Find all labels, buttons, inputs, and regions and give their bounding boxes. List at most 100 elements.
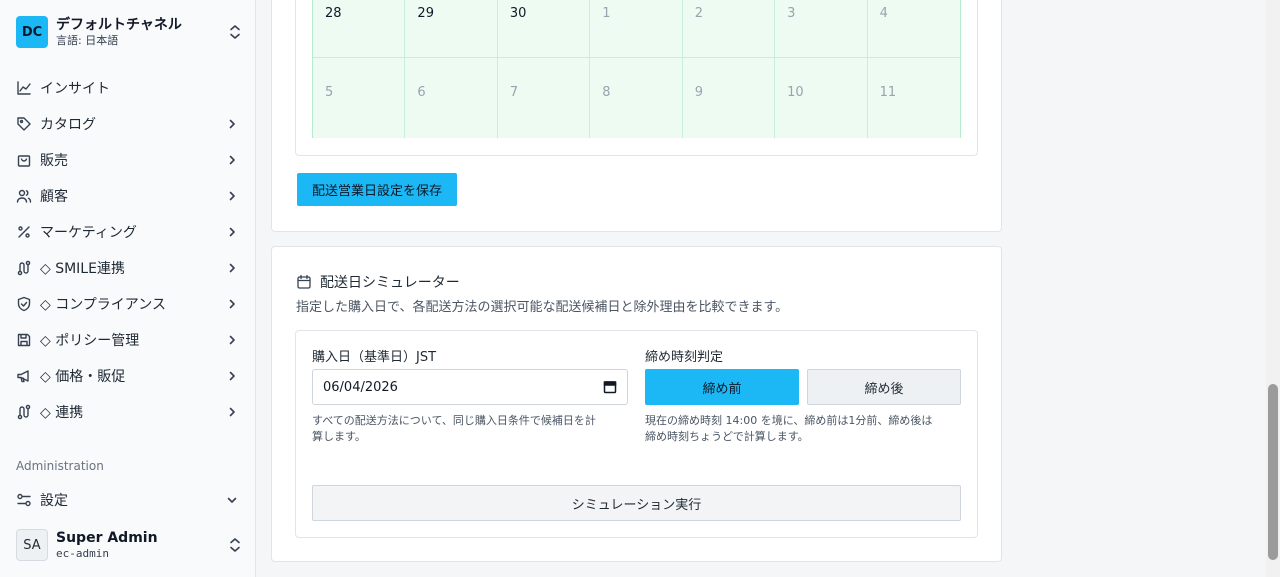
calendar-day-cell[interactable]: 9 <box>682 58 776 138</box>
chevron-right-icon <box>229 227 235 237</box>
sidebar-item-settings[interactable]: 設定 <box>0 482 256 518</box>
sidebar-item-customers[interactable]: 顧客 <box>0 178 256 214</box>
scrollbar-thumb[interactable] <box>1268 384 1278 560</box>
sidebar-item-label: ◇ SMILE連携 <box>40 261 125 277</box>
purchase-date-help-line: すべての配送方法について、同じ購入日条件で候補日を計 <box>312 414 596 427</box>
calendar-day-cell[interactable]: 29 <box>405 0 498 58</box>
calendar-day-number: 4 <box>879 6 888 21</box>
sidebar-item-smile[interactable]: ◇ SMILE連携 <box>0 250 256 286</box>
calendar-day-number: 28 <box>325 6 342 21</box>
simulator-title: 配送日シミュレーター <box>296 272 460 292</box>
calendar-day-cell[interactable]: 30 <box>497 0 591 58</box>
sidebar-item-policy[interactable]: ◇ ポリシー管理 <box>0 322 256 358</box>
cutoff-before-button[interactable]: 締め前 <box>645 369 799 405</box>
calendar-day-number: 11 <box>879 85 897 100</box>
calendar-day-cell[interactable]: 2 <box>682 0 776 58</box>
simulator-title-text: 配送日シミュレーター <box>320 275 460 291</box>
chevron-right-icon <box>229 335 235 345</box>
avatar: SA <box>16 529 48 561</box>
calendar-day-cell[interactable]: 28 <box>313 0 406 58</box>
calendar-icon <box>297 274 311 289</box>
chevron-right-icon <box>229 407 235 417</box>
run-simulation-button[interactable]: シミュレーション実行 <box>312 485 961 521</box>
sidebar-item-compliance[interactable]: ◇ コンプライアンス <box>0 286 256 322</box>
megaphone-icon <box>17 370 29 383</box>
calendar-day-cell[interactable]: 5 <box>313 58 406 138</box>
calendar-day-cell[interactable]: 10 <box>775 58 868 138</box>
chevrons-up-down-icon <box>230 25 240 39</box>
calendar-day-number: 29 <box>417 6 434 21</box>
chevron-right-icon <box>229 191 235 201</box>
calendar-day-number: 2 <box>694 6 703 21</box>
sidebar-item-label: インサイト <box>40 81 110 97</box>
calendar-day-cell[interactable]: 8 <box>590 58 683 138</box>
calendar-day-number: 30 <box>509 6 527 21</box>
sidebar: DC デフォルトチャネル 言語: 日本語 インサイト カタログ 販売 顧客 マー… <box>0 0 256 577</box>
sidebar-item-integration[interactable]: ◇ 連携 <box>0 394 256 430</box>
main-nav: インサイト カタログ 販売 顧客 マーケティング ◇ SMILE連携 ◇ コンプ… <box>0 70 256 430</box>
user-username: ec-admin <box>56 546 109 560</box>
channel-badge: DC <box>16 16 48 48</box>
sidebar-item-sales[interactable]: 販売 <box>0 142 256 178</box>
calendar-picker-icon[interactable] <box>603 380 617 394</box>
chevron-right-icon <box>229 263 235 273</box>
settings-sliders-icon <box>17 493 31 507</box>
sidebar-item-label: ◇ ポリシー管理 <box>40 333 140 349</box>
calendar-day-cell[interactable]: 4 <box>867 0 960 58</box>
shield-check-icon <box>17 296 31 312</box>
sidebar-item-label: 販売 <box>40 153 68 169</box>
user-menu[interactable]: SA Super Admin ec-admin <box>16 527 242 563</box>
percent-icon <box>18 226 30 238</box>
sidebar-item-label: ◇ コンプライアンス <box>40 297 166 313</box>
cutoff-help-line: 締め時刻ちょうどで計算します。 <box>645 430 809 443</box>
user-name: Super Admin <box>56 529 158 546</box>
sidebar-item-label: ◇ 連携 <box>40 405 84 421</box>
cutoff-after-button[interactable]: 締め後 <box>807 369 961 405</box>
purchase-date-help-line: 算します。 <box>312 430 366 443</box>
save-business-days-button[interactable]: 配送営業日設定を保存 <box>297 173 457 206</box>
calendar-day-cell[interactable]: 3 <box>775 0 868 58</box>
purchase-date-help: すべての配送方法について、同じ購入日条件で候補日を計 算します。 <box>312 413 596 445</box>
calendar-day-number: 7 <box>509 85 519 100</box>
chart-line-icon <box>17 81 31 95</box>
chevron-right-icon <box>229 119 235 129</box>
channel-language: 言語: 日本語 <box>56 34 119 47</box>
cutoff-help: 現在の締め時刻 14:00 を境に、締め前は1分前、締め後は 締め時刻ちょうどで… <box>645 413 932 445</box>
purchase-date-input[interactable]: 06/04/2026 <box>312 369 628 405</box>
business-day-calendar: 28 29 30 1 2 3 4 5 6 7 8 9 10 11 <box>312 0 961 138</box>
sidebar-item-marketing[interactable]: マーケティング <box>0 214 256 250</box>
admin-section-header: Administration <box>16 459 104 473</box>
sidebar-item-catalog[interactable]: カタログ <box>0 106 256 142</box>
calendar-day-number: 1 <box>602 6 611 21</box>
sidebar-item-label: 設定 <box>40 493 68 509</box>
sidebar-item-pricing[interactable]: ◇ 価格・販促 <box>0 358 256 394</box>
route-icon <box>17 404 31 420</box>
calendar-day-number: 8 <box>602 85 611 100</box>
calendar-day-number: 6 <box>417 85 426 100</box>
sidebar-item-label: カタログ <box>40 117 96 133</box>
calendar-day-number: 9 <box>694 85 703 100</box>
calendar-day-number: 10 <box>787 85 804 100</box>
purchase-date-value: 06/04/2026 <box>323 379 398 395</box>
chevron-right-icon <box>229 155 235 165</box>
cutoff-label: 締め時刻判定 <box>645 350 724 365</box>
save-icon <box>17 333 31 347</box>
cutoff-help-line: 現在の締め時刻 14:00 を境に、締め前は1分前、締め後は <box>645 414 933 427</box>
sidebar-item-insight[interactable]: インサイト <box>0 70 256 106</box>
channel-switcher[interactable]: DC デフォルトチャネル 言語: 日本語 <box>16 14 242 50</box>
chevrons-up-down-icon <box>230 538 240 552</box>
shopping-bag-icon <box>17 155 31 167</box>
chevron-right-icon <box>229 371 235 381</box>
calendar-day-cell[interactable]: 11 <box>867 58 960 138</box>
sidebar-item-label: マーケティング <box>40 225 137 241</box>
sidebar-item-label: 顧客 <box>40 189 68 205</box>
sidebar-item-label: ◇ 価格・販促 <box>40 369 126 385</box>
simulator-description: 指定した購入日で、各配送方法の選択可能な配送候補日と除外理由を比較できます。 <box>296 300 789 315</box>
calendar-day-cell[interactable]: 7 <box>497 58 591 138</box>
calendar-day-cell[interactable]: 1 <box>590 0 683 58</box>
calendar-day-cell[interactable]: 6 <box>405 58 498 138</box>
tag-icon <box>17 117 31 131</box>
route-icon <box>17 260 31 276</box>
chevron-right-icon <box>229 299 235 309</box>
chevron-down-icon <box>227 497 237 503</box>
